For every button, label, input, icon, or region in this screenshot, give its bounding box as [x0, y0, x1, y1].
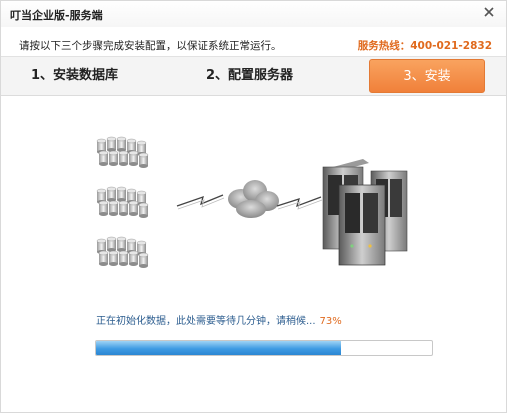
lightning-icon: [176, 194, 225, 210]
progress-fill: [96, 341, 342, 355]
database-icon: [97, 137, 148, 168]
database-icon: [97, 237, 148, 268]
lightning-icon: [276, 196, 323, 210]
cloud-icon: [228, 180, 279, 218]
step-install-database[interactable]: 1、安装数据库: [31, 57, 131, 95]
hotline-label: 服务热线：: [357, 40, 411, 52]
instruction-text: 请按以下三个步骤完成安装配置，以保证系统正常运行。: [19, 40, 282, 52]
database-icon: [97, 187, 148, 218]
progress-status-text: 正在初始化数据，此处需要等待几分钟，请稍候...: [96, 316, 316, 327]
window-title: 叮当企业版-服务端: [10, 9, 103, 22]
progress-status: 正在初始化数据，此处需要等待几分钟，请稍候... 73%: [96, 312, 342, 327]
progress-percent: 73%: [319, 316, 342, 327]
steps-bar: 1、安装数据库 2、配置服务器 3、安装: [1, 56, 506, 96]
step-configure-server[interactable]: 2、配置服务器: [206, 57, 306, 95]
installer-window: 叮当企业版-服务端 请按以下三个步骤完成安装配置，以保证系统正常运行。 服务热线…: [0, 0, 507, 413]
architecture-diagram: [81, 131, 408, 281]
close-icon: [484, 7, 494, 17]
hotline-number: 400-021-2832: [410, 40, 492, 52]
close-button[interactable]: [482, 5, 496, 19]
progress-bar: [95, 340, 433, 356]
title-bar[interactable]: 叮当企业版-服务端: [1, 1, 506, 27]
hotline: 服务热线：400-021-2832: [358, 38, 492, 53]
server-icon: [322, 159, 408, 266]
step-install[interactable]: 3、安装: [369, 59, 485, 93]
